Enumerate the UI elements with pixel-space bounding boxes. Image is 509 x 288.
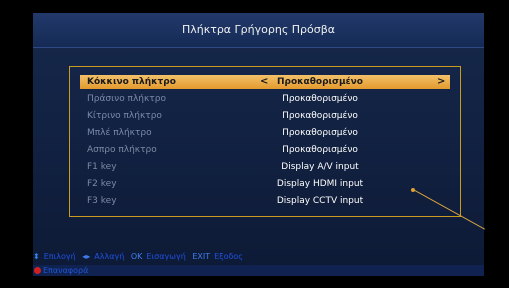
- row-f3-key[interactable]: F3 key Display CCTV input: [80, 194, 450, 208]
- arrow-right-icon[interactable]: >: [437, 75, 445, 89]
- exit-key-label: EXIT: [192, 252, 211, 261]
- row-value: Display A/V input: [281, 162, 359, 172]
- row-value: Προκαθορισμένο: [282, 145, 358, 155]
- row-value: Display CCTV input: [276, 196, 364, 206]
- row-label: F3 key: [87, 196, 117, 206]
- help-bar: ⬍ Επιλογή ◂▸ Αλλαγή OK Εισαγωγή EXIT Εξοδος: [33, 251, 484, 263]
- help-change: Αλλαγή: [94, 252, 125, 261]
- row-red-key[interactable]: Κόκκινο πλήκτρο < Προκαθορισμένο >: [80, 75, 450, 89]
- row-label: Κόκκινο πλήκτρο: [87, 77, 176, 87]
- menu-screen: Πλήκτρα Γρήγορης Πρόσβα Κόκκινο πλήκτρο …: [33, 13, 484, 276]
- row-blue-key[interactable]: Μπλέ πλήκτρο Προκαθορισμένο: [80, 126, 450, 140]
- row-yellow-key[interactable]: Κίτρινο πλήκτρο Προκαθορισμένο: [80, 109, 450, 123]
- row-label: F2 key: [87, 179, 117, 189]
- help-select: Επιλογή: [43, 252, 76, 261]
- row-f2-key[interactable]: F2 key Display HDMI input: [80, 177, 450, 191]
- ok-key-label: OK: [130, 252, 143, 261]
- help-enter: Εισαγωγή: [146, 252, 186, 261]
- row-f1-key[interactable]: F1 key Display A/V input: [80, 160, 450, 174]
- row-value: Προκαθορισμένο: [276, 77, 363, 87]
- left-right-icon: ◂▸: [82, 252, 91, 261]
- up-down-icon: ⬍: [33, 252, 40, 261]
- row-label: Ασπρο πλήκτρο: [87, 145, 157, 155]
- quick-access-panel: Κόκκινο πλήκτρο < Προκαθορισμένο > Πράσι…: [69, 66, 461, 217]
- row-value: Display HDMI input: [276, 179, 364, 189]
- row-label: Μπλέ πλήκτρο: [87, 128, 152, 138]
- row-label: Κίτρινο πλήκτρο: [87, 111, 162, 121]
- help-exit: Εξοδος: [214, 252, 243, 261]
- row-label: F1 key: [87, 162, 117, 172]
- row-label: Πράσινο πλήκτρο: [87, 94, 166, 104]
- reset-label[interactable]: Επαναφορά: [43, 266, 88, 275]
- row-value: Προκαθορισμένο: [282, 128, 358, 138]
- row-white-key[interactable]: Ασπρο πλήκτρο Προκαθορισμένο: [80, 143, 450, 157]
- bottom-bar: Επαναφορά: [33, 265, 484, 276]
- page-title: Πλήκτρα Γρήγορης Πρόσβα: [33, 13, 484, 48]
- red-button-icon: [34, 267, 41, 274]
- row-value: Προκαθορισμένο: [282, 111, 358, 121]
- row-value: Προκαθορισμένο: [282, 94, 358, 104]
- row-green-key[interactable]: Πράσινο πλήκτρο Προκαθορισμένο: [80, 92, 450, 106]
